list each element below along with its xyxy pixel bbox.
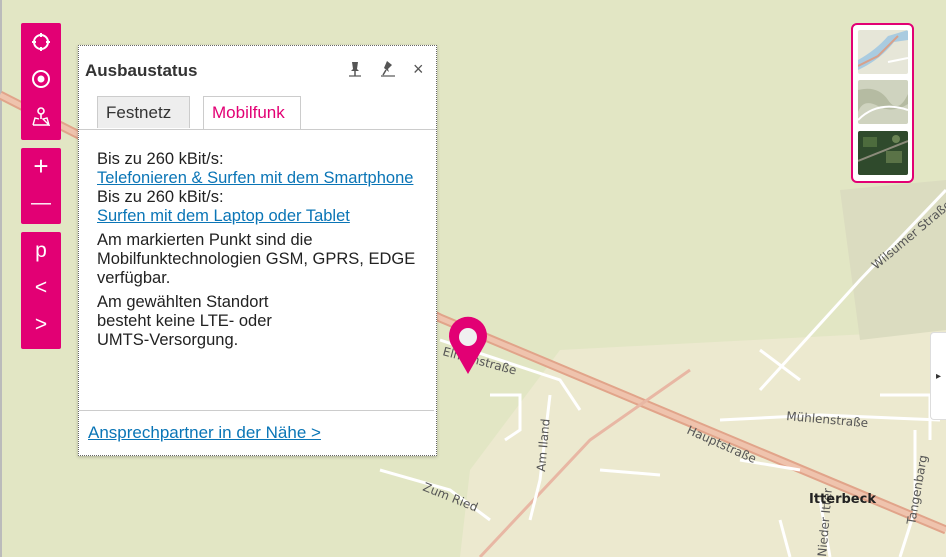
nav-control-group: p < > (21, 232, 61, 349)
map-person-button[interactable] (21, 97, 61, 134)
speed-label: Bis zu 260 kBit/s: (97, 150, 224, 168)
popup-content: Bis zu 260 kBit/s: Telefonieren & Surfen… (97, 150, 417, 350)
satellite-map-layer-button[interactable] (858, 131, 908, 175)
terrain-map-layer-button[interactable] (858, 80, 908, 124)
map-person-icon (32, 106, 51, 126)
popup-footer: Ansprechpartner in der Nähe > (79, 410, 434, 442)
zoom-in-button[interactable]: + (21, 148, 61, 185)
previous-button[interactable]: < (21, 269, 61, 306)
speed-label: Bis zu 260 kBit/s: (97, 188, 224, 206)
pin-tilt-icon[interactable] (379, 60, 397, 78)
zoom-control-group: + — (21, 148, 61, 224)
street-map-thumbnail-icon (858, 30, 908, 74)
target-button[interactable] (21, 60, 61, 97)
town-label: Itterbeck (809, 492, 876, 507)
crosshair-icon (32, 32, 50, 51)
next-button[interactable]: > (21, 306, 61, 343)
popup-title: Ausbaustatus (85, 61, 198, 80)
tab-mobilfunk[interactable]: Mobilfunk (203, 96, 301, 129)
terrain-map-thumbnail-icon (858, 80, 908, 124)
popup-tabs: Festnetz Mobilfunk (79, 96, 436, 130)
tab-festnetz[interactable]: Festnetz (97, 96, 190, 128)
satellite-map-thumbnail-icon (858, 131, 908, 175)
laptop-tablet-link[interactable]: Surfen mit dem Laptop oder Tablet (97, 207, 350, 225)
contact-nearby-link[interactable]: Ansprechpartner in der Nähe > (88, 423, 321, 443)
target-icon (32, 69, 50, 88)
p-button[interactable]: p (21, 232, 61, 269)
lte-text: Am gewählten Standort besteht keine LTE-… (97, 293, 272, 349)
ausbaustatus-popup: Ausbaustatus × Festnetz Mobilfunk Bis zu… (78, 45, 437, 456)
zoom-out-button[interactable]: — (21, 185, 61, 222)
side-panel-toggle[interactable]: ▸ (930, 332, 946, 420)
smartphone-link[interactable]: Telefonieren & Surfen mit dem Smartphone (97, 169, 413, 187)
crosshair-button[interactable] (21, 23, 61, 60)
close-icon[interactable]: × (413, 59, 424, 80)
map-edge (0, 0, 2, 557)
layer-switcher (851, 23, 914, 183)
locate-control-group (21, 23, 61, 140)
street-map-layer-button[interactable] (858, 30, 908, 74)
pin-down-icon[interactable] (346, 60, 364, 78)
technology-text: Am markierten Punkt sind die Mobilfunkte… (97, 231, 416, 287)
